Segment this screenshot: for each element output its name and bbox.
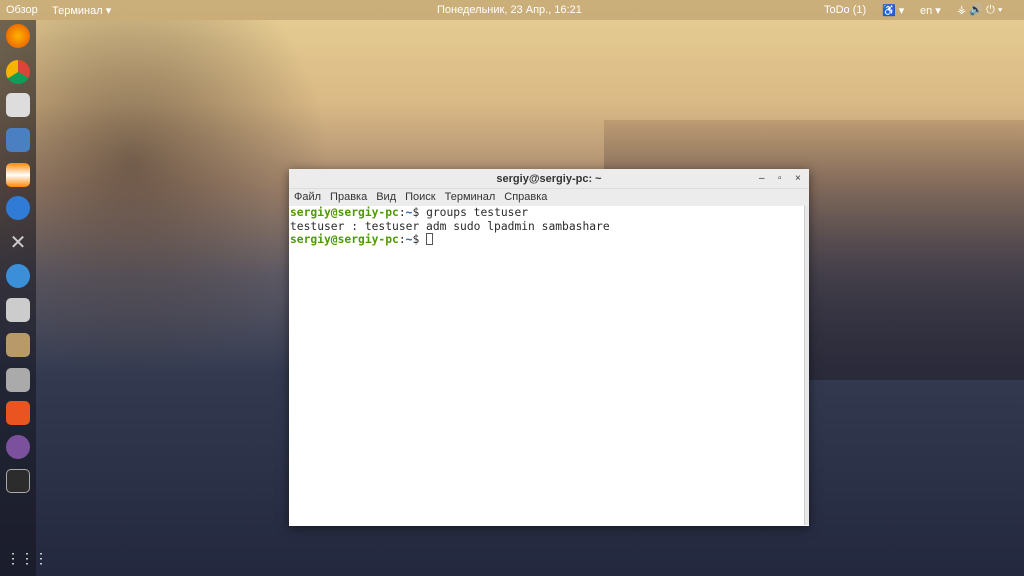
menu-bar: Файл Правка Вид Поиск Терминал Справка [289, 189, 809, 206]
system-menu[interactable]: ⚶ 🔊 ⏻ ▾ [957, 3, 1003, 17]
firefox-icon[interactable] [6, 24, 30, 48]
window-title: sergiy@sergiy-pc: ~ [496, 173, 602, 185]
terminal-line: sergiy@sergiy-pc:~$ [290, 233, 809, 247]
text-editor-icon[interactable] [6, 128, 30, 152]
viber-icon[interactable] [6, 435, 30, 459]
cursor [426, 233, 434, 245]
title-bar[interactable]: sergiy@sergiy-pc: ~ – ▫ × [289, 169, 809, 189]
prompt-user: sergiy@sergiy-pc [290, 233, 399, 246]
prompt-sep: : [398, 206, 406, 219]
rhythmbox-icon[interactable] [6, 93, 30, 117]
scrollbar[interactable] [804, 206, 809, 525]
prompt-sep: : [398, 233, 406, 246]
dock: ✕ ⋮⋮⋮ [0, 20, 48, 576]
apps-grid-icon[interactable]: ⋮⋮⋮ [6, 546, 48, 570]
installer-icon[interactable] [6, 368, 30, 392]
minimize-button[interactable]: – [759, 169, 765, 189]
terminal-line: testuser : testuser adm sudo lpadmin sam… [290, 219, 610, 233]
close-button[interactable]: × [795, 169, 801, 189]
menu-search[interactable]: Поиск [405, 189, 435, 206]
menu-help[interactable]: Справка [504, 189, 547, 206]
maximize-button[interactable]: ▫ [778, 169, 782, 189]
calculator-icon[interactable] [6, 298, 30, 322]
menu-view[interactable]: Вид [376, 189, 396, 206]
files-icon[interactable] [6, 333, 30, 357]
chrome-icon[interactable] [6, 60, 30, 84]
simplenote-icon[interactable] [6, 196, 30, 220]
clock[interactable]: Понедельник, 23 Апр., 16:21 [437, 4, 582, 16]
language-menu[interactable]: en ▾ [920, 4, 941, 17]
terminal-output[interactable]: sergiy@sergiy-pc:~$ groups testuser test… [289, 206, 809, 525]
command: groups testuser [426, 206, 529, 219]
todo-indicator[interactable]: ToDo (1) [824, 4, 866, 16]
tools-icon[interactable]: ✕ [6, 230, 30, 254]
prompt-user: sergiy@sergiy-pc [290, 206, 399, 219]
app-menu[interactable]: Терминал ▾ [52, 4, 111, 17]
prompt-symbol: $ [412, 206, 427, 219]
thunderbird-icon[interactable] [6, 264, 30, 288]
software-center-icon[interactable] [6, 401, 30, 425]
vlc-icon[interactable] [6, 163, 30, 187]
terminal-icon[interactable] [6, 469, 30, 493]
prompt-symbol: $ [412, 233, 427, 246]
wallpaper-trees [0, 20, 330, 380]
menu-terminal[interactable]: Терминал [445, 189, 496, 206]
terminal-window: sergiy@sergiy-pc: ~ – ▫ × Файл Правка Ви… [289, 169, 809, 526]
activities-button[interactable]: Обзор [6, 4, 38, 16]
accessibility-menu[interactable]: ♿ ▾ [882, 4, 904, 17]
terminal-line: sergiy@sergiy-pc:~$ groups testuser [290, 206, 809, 220]
menu-file[interactable]: Файл [294, 189, 321, 206]
top-bar: Обзор Терминал ▾ Понедельник, 23 Апр., 1… [0, 0, 1024, 20]
menu-edit[interactable]: Правка [330, 189, 367, 206]
